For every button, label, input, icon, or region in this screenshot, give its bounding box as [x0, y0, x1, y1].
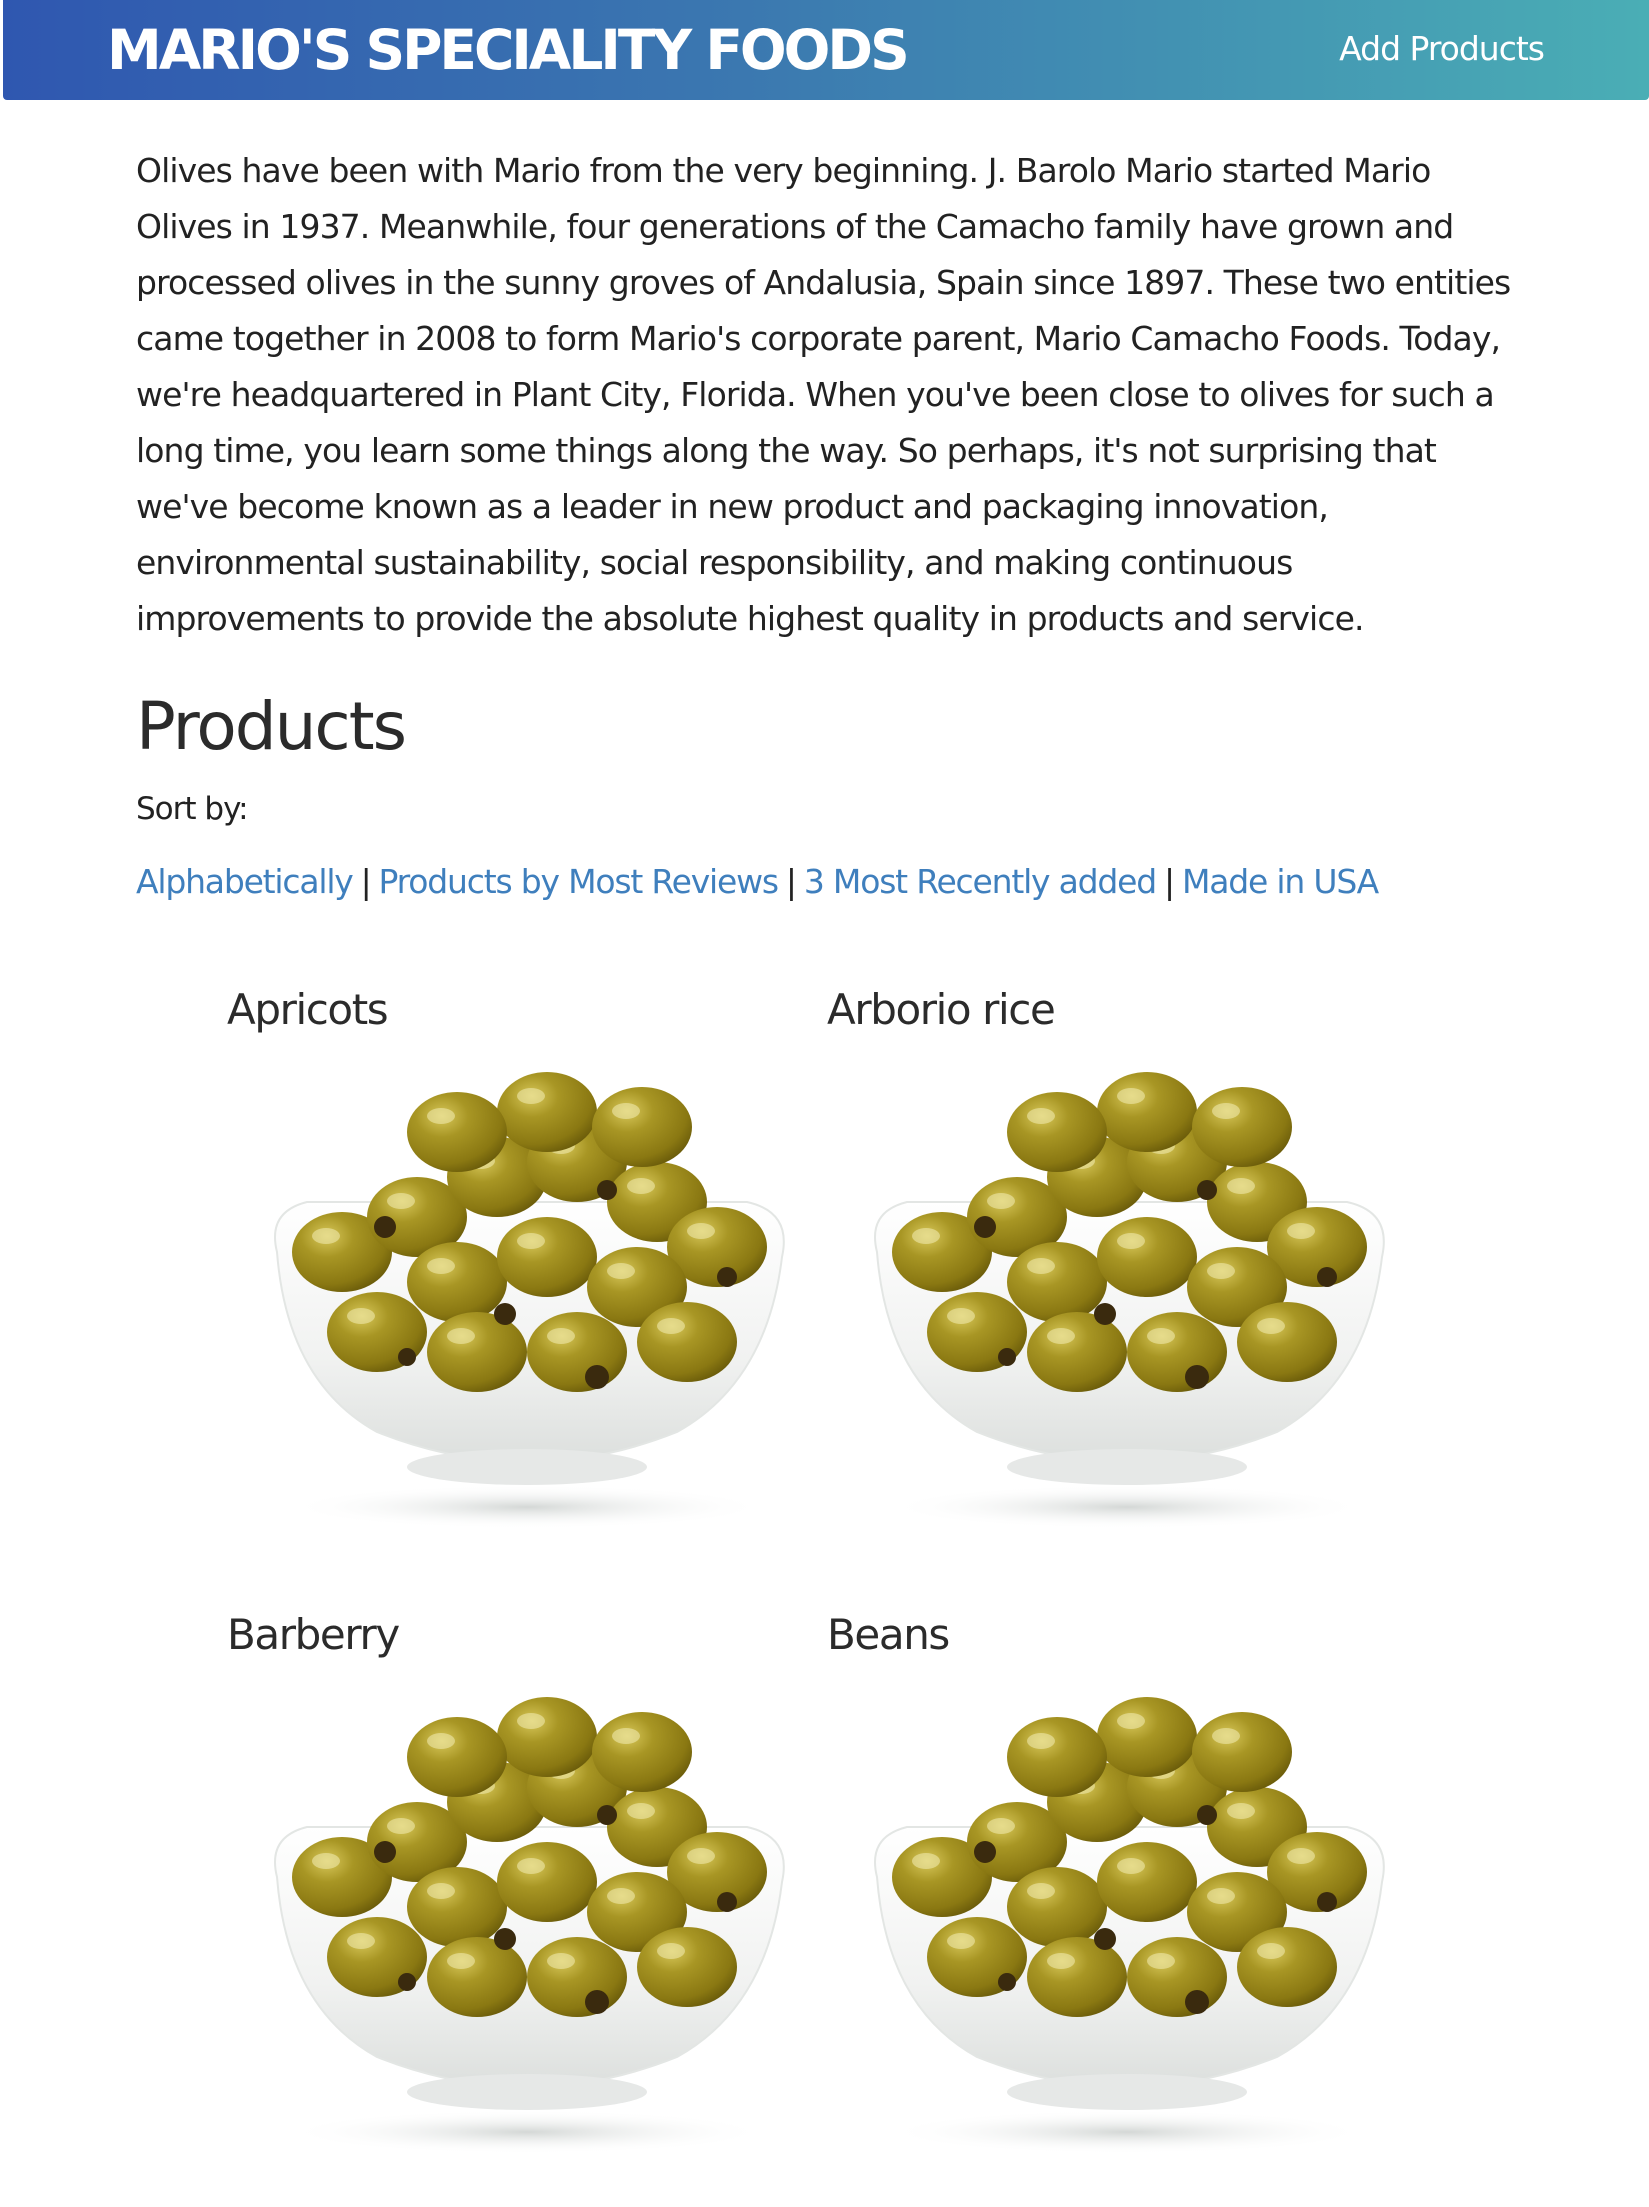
sort-made-in-usa-link[interactable]: Made in USA	[1182, 862, 1379, 901]
sort-most-reviews-link[interactable]: Products by Most Reviews	[379, 862, 780, 901]
sort-separator: |	[785, 862, 797, 901]
product-name[interactable]: Barberry	[227, 1605, 400, 1665]
product-name[interactable]: Arborio rice	[827, 980, 1056, 1040]
top-navbar: MARIO'S SPECIALITY FOODS Add Products	[3, 0, 1649, 100]
intro-paragraph: Olives have been with Mario from the ver…	[136, 151, 1511, 638]
product-name[interactable]: Apricots	[227, 980, 389, 1040]
sort-alphabetically-link[interactable]: Alphabetically	[136, 862, 354, 901]
sort-separator: |	[1164, 862, 1175, 901]
olive-bowl-image[interactable]	[847, 1677, 1407, 2157]
olive-bowl-image[interactable]	[247, 1677, 807, 2157]
product-name[interactable]: Beans	[827, 1605, 950, 1665]
products-heading: Products	[136, 688, 407, 765]
olive-bowl-image[interactable]	[847, 1052, 1407, 1532]
product-card[interactable]: Beans	[827, 1605, 1387, 2205]
product-card[interactable]: Barberry	[227, 1605, 787, 2205]
sort-separator: |	[360, 862, 372, 901]
sort-links-bar: Alphabetically | Products by Most Reviews |…	[136, 857, 1379, 907]
product-card[interactable]: Apricots	[227, 980, 787, 1580]
olive-bowl-image[interactable]	[247, 1052, 807, 1532]
sort-by-label: Sort by:	[136, 791, 249, 827]
product-card[interactable]: Arborio rice	[827, 980, 1387, 1580]
brand-logo-text[interactable]: MARIO'S SPECIALITY FOODS	[107, 10, 910, 90]
add-products-link[interactable]: Add Products	[1339, 24, 1545, 74]
sort-recently-added-link[interactable]: 3 Most Recently added	[804, 862, 1157, 901]
